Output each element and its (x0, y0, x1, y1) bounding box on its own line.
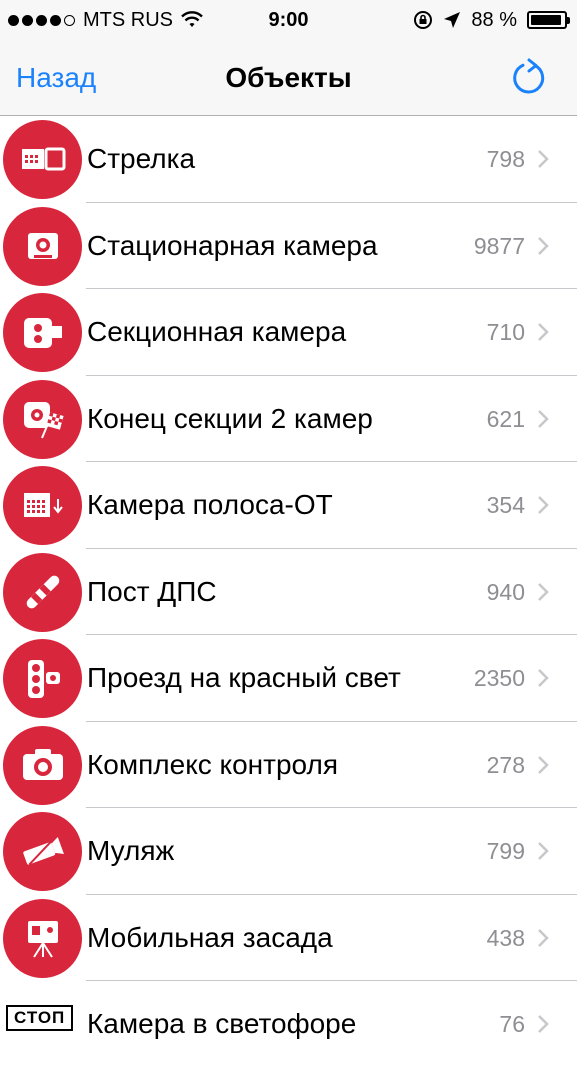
list-item[interactable]: Проезд на красный свет 2350 (0, 635, 577, 722)
item-label: Стационарная камера (87, 229, 378, 261)
refresh-icon[interactable] (509, 58, 549, 98)
item-label: Муляж (87, 835, 175, 866)
dummy-camera-icon (3, 812, 82, 891)
chevron-right-icon (538, 1015, 549, 1033)
item-label: Камера в светофоре (87, 1008, 357, 1039)
police-baton-icon (3, 552, 82, 632)
location-arrow-icon (444, 12, 461, 28)
section-camera-icon (3, 293, 82, 372)
chevron-right-icon (538, 755, 549, 774)
item-label: Стрелка (87, 143, 196, 174)
chevron-right-icon (538, 496, 549, 514)
item-count: 9877 (473, 232, 525, 259)
battery-percent: 88 % (471, 9, 517, 31)
list-item[interactable]: Стационарная камера 9877 (0, 203, 577, 289)
item-label: Секционная камера (87, 316, 347, 347)
item-count: 2350 (473, 665, 525, 691)
chevron-right-icon (538, 842, 549, 860)
item-count: 799 (486, 838, 525, 864)
list-item[interactable]: Секционная камера 710 (0, 289, 577, 376)
item-label: Проезд на красный свет (87, 662, 401, 693)
battery-icon (527, 11, 570, 29)
item-count: 710 (486, 319, 525, 345)
item-count: 621 (486, 405, 525, 432)
stop-sign-icon: СТОП (6, 1005, 74, 1031)
strelka-radar-icon (3, 120, 82, 199)
list-item[interactable]: Камера полоса-ОТ 354 (0, 462, 577, 549)
item-label: Пост ДПС (87, 575, 217, 607)
list-item[interactable]: Муляж 799 (0, 808, 577, 895)
photo-camera-icon (3, 725, 82, 805)
chevron-right-icon (538, 150, 549, 168)
item-count: 354 (486, 492, 525, 518)
tripod-camera-icon (3, 898, 82, 978)
item-count: 940 (486, 578, 525, 605)
stationary-camera-icon (3, 206, 82, 286)
chevron-right-icon (538, 928, 549, 947)
item-count: 76 (499, 1011, 525, 1037)
list-item[interactable]: Конец секции 2 камер 621 (0, 376, 577, 462)
objects-list: Стрелка 798 Стационарная камера 9877 Сек… (0, 116, 577, 1068)
list-item[interactable]: СТОП Камера в светофоре 76 (0, 981, 577, 1068)
rotation-lock-icon (414, 11, 433, 29)
list-item[interactable]: Пост ДПС 940 (0, 549, 577, 635)
chevron-right-icon (538, 669, 549, 687)
item-label: Камера полоса-ОТ (87, 489, 333, 520)
page-title: Объекты (225, 62, 352, 93)
item-count: 278 (486, 751, 525, 778)
chevron-right-icon (538, 409, 549, 428)
status-right: 88 % (413, 0, 570, 40)
item-label: Мобильная засада (87, 921, 333, 953)
item-count: 438 (486, 924, 525, 951)
item-label: Конец секции 2 камер (87, 402, 373, 434)
traffic-light-icon (3, 639, 82, 718)
item-count: 798 (486, 146, 525, 172)
navigation-bar: Назад Объекты (0, 40, 577, 116)
chevron-right-icon (538, 582, 549, 601)
section-end-flag-icon (3, 379, 82, 459)
lane-camera-icon (3, 466, 82, 545)
chevron-right-icon (538, 323, 549, 341)
item-label: Комплекс контроля (87, 748, 339, 780)
chevron-right-icon (538, 236, 549, 255)
list-item[interactable]: Мобильная засада 438 (0, 895, 577, 981)
list-item[interactable]: Комплекс контроля 278 (0, 722, 577, 808)
list-item[interactable]: Стрелка 798 (0, 116, 577, 203)
status-bar: MTS RUS 9:00 88 % (0, 0, 577, 40)
